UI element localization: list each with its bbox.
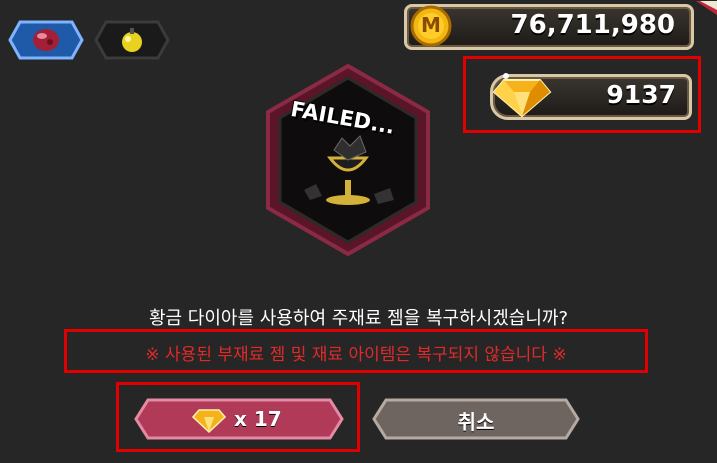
- diamond-icon: [490, 66, 554, 120]
- restore-prompt: 황금 다이아를 사용하여 주재료 젬을 복구하시겠습니까?: [148, 308, 569, 329]
- gold-coin-icon: M: [410, 5, 452, 47]
- item-menu-button[interactable]: [94, 20, 170, 60]
- cancel-label: 취소: [457, 410, 495, 434]
- failed-result-emblem: FAILED...: [262, 62, 434, 258]
- warning-text: ※ 사용된 부재료 젬 및 재료 아이템은 복구되지 않습니다 ※: [145, 345, 567, 365]
- cancel-button[interactable]: 취소: [372, 398, 580, 440]
- button-diamond-icon: [191, 404, 227, 434]
- gold-amount: 76,711,980: [510, 10, 675, 40]
- corner-ribbon: [696, 0, 717, 15]
- restore-with-diamond-button[interactable]: x 17: [134, 398, 344, 440]
- gem-menu-button[interactable]: [8, 20, 84, 60]
- restore-cost-label: x 17: [234, 407, 282, 431]
- red-gem-icon: [33, 29, 59, 51]
- diamond-amount: 9137: [606, 80, 676, 109]
- gold-coin-letter: M: [421, 13, 441, 37]
